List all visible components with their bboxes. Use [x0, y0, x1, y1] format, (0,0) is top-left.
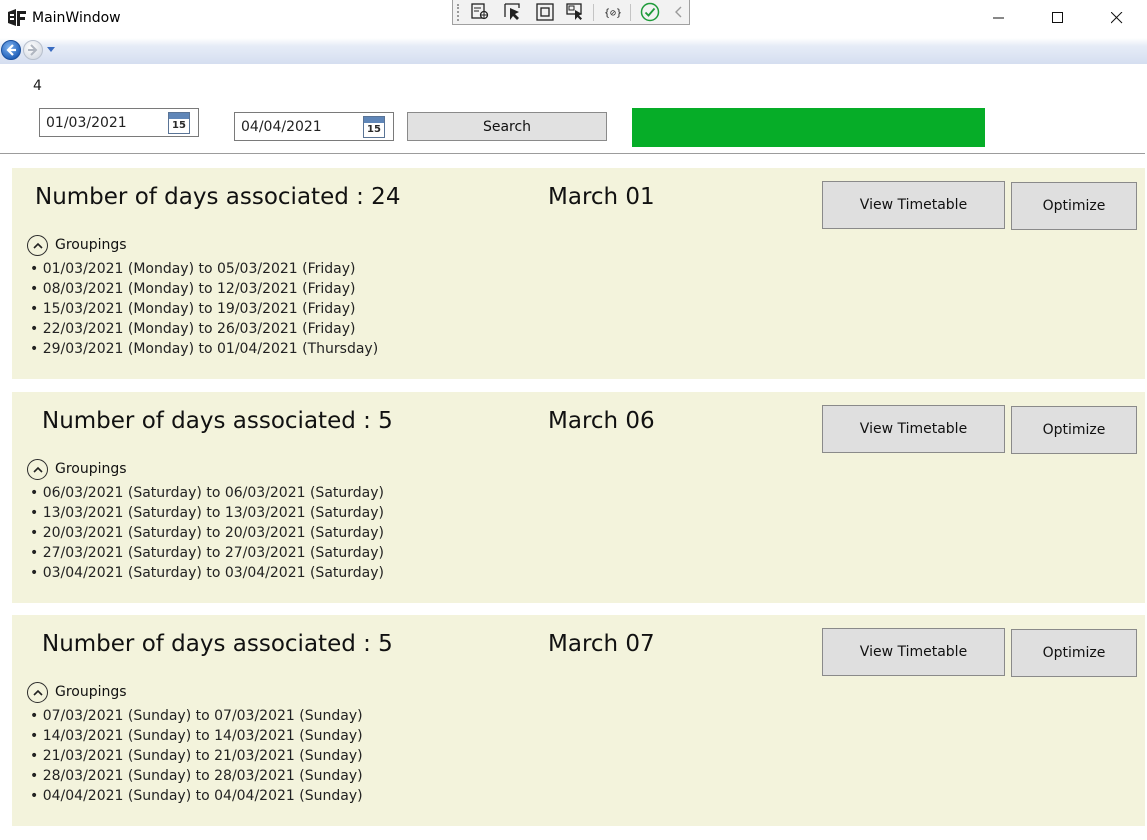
- status-indicator: [632, 108, 985, 147]
- window-title: MainWindow: [32, 10, 121, 26]
- svg-text:{⊘}: {⊘}: [604, 8, 622, 19]
- grouping-item: 07/03/2021 (Sunday) to 07/03/2021 (Sunda…: [30, 706, 363, 726]
- forward-arrow-icon[interactable]: [23, 40, 43, 60]
- grouping-item: 01/03/2021 (Monday) to 05/03/2021 (Frida…: [30, 259, 378, 279]
- close-icon[interactable]: [1088, 0, 1146, 36]
- groupings-label: Groupings: [55, 684, 127, 700]
- check-icon[interactable]: [640, 2, 660, 22]
- navigation-bar: [0, 38, 1147, 64]
- minimize-icon[interactable]: [970, 0, 1028, 36]
- grouping-item: 20/03/2021 (Saturday) to 20/03/2021 (Sat…: [30, 523, 384, 543]
- groupings-label: Groupings: [55, 237, 127, 253]
- optimize-button[interactable]: Optimize: [1011, 182, 1137, 230]
- toolbar-separator: [593, 4, 594, 21]
- end-date-value[interactable]: 04/04/2021: [241, 119, 322, 135]
- card-date-title: March 07: [548, 631, 655, 657]
- days-associated-label: Number of days associated : 5: [42, 408, 393, 434]
- chevron-up-icon[interactable]: [27, 459, 48, 480]
- result-count: 4: [33, 78, 42, 94]
- card-list-item: Number of days associated : 5 March 07 V…: [12, 615, 1147, 826]
- start-date-picker[interactable]: 01/03/2021 15: [39, 108, 199, 137]
- grouping-item: 08/03/2021 (Monday) to 12/03/2021 (Frida…: [30, 279, 378, 299]
- optimize-button[interactable]: Optimize: [1011, 406, 1137, 454]
- view-timetable-button[interactable]: View Timetable: [822, 181, 1005, 229]
- toolbar-separator: [630, 4, 631, 21]
- end-date-picker[interactable]: 04/04/2021 15: [234, 112, 394, 141]
- groupings-list: 06/03/2021 (Saturday) to 06/03/2021 (Sat…: [30, 483, 384, 583]
- calendar-icon[interactable]: 15: [363, 116, 385, 138]
- back-arrow-icon[interactable]: [1, 40, 21, 60]
- grouping-item: 13/03/2021 (Saturday) to 13/03/2021 (Sat…: [30, 503, 384, 523]
- nav-history-dropdown-icon[interactable]: [47, 47, 55, 52]
- card-date-title: March 01: [548, 184, 655, 210]
- groupings-list: 07/03/2021 (Sunday) to 07/03/2021 (Sunda…: [30, 706, 363, 806]
- grouping-item: 21/03/2021 (Sunday) to 21/03/2021 (Sunda…: [30, 746, 363, 766]
- maximize-icon[interactable]: [1029, 0, 1087, 36]
- app-icon: [6, 8, 28, 28]
- content-divider: [0, 153, 1147, 154]
- start-date-value[interactable]: 01/03/2021: [46, 115, 127, 131]
- grouping-item: 15/03/2021 (Monday) to 19/03/2021 (Frida…: [30, 299, 378, 319]
- toolbar-grip[interactable]: [457, 4, 461, 21]
- search-button[interactable]: Search: [407, 112, 607, 141]
- chevron-up-icon[interactable]: [27, 235, 48, 256]
- grouping-item: 04/04/2021 (Sunday) to 04/04/2021 (Sunda…: [30, 786, 363, 806]
- view-timetable-button[interactable]: View Timetable: [822, 628, 1005, 676]
- card-list-item: Number of days associated : 5 March 06 V…: [12, 392, 1147, 603]
- collapse-icon[interactable]: [669, 2, 689, 22]
- days-associated-label: Number of days associated : 5: [42, 631, 393, 657]
- days-associated-label: Number of days associated : 24: [35, 184, 401, 210]
- binding-icon[interactable]: {⊘}: [603, 2, 623, 22]
- grouping-item: 03/04/2021 (Saturday) to 03/04/2021 (Sat…: [30, 563, 384, 583]
- optimize-button[interactable]: Optimize: [1011, 629, 1137, 677]
- pointer-icon[interactable]: [503, 2, 523, 22]
- card-date-title: March 06: [548, 408, 655, 434]
- grouping-item: 06/03/2021 (Saturday) to 06/03/2021 (Sat…: [30, 483, 384, 503]
- select-element-icon[interactable]: [470, 2, 490, 22]
- calendar-icon[interactable]: 15: [168, 112, 190, 134]
- grouping-item: 27/03/2021 (Saturday) to 27/03/2021 (Sat…: [30, 543, 384, 563]
- grouping-item: 28/03/2021 (Sunday) to 28/03/2021 (Sunda…: [30, 766, 363, 786]
- grouping-item: 22/03/2021 (Monday) to 26/03/2021 (Frida…: [30, 319, 378, 339]
- grouping-item: 14/03/2021 (Sunday) to 14/03/2021 (Sunda…: [30, 726, 363, 746]
- groupings-label: Groupings: [55, 461, 127, 477]
- track-focus-icon[interactable]: [566, 2, 586, 22]
- debug-toolbar: {⊘}: [452, 0, 690, 25]
- layout-adorner-icon[interactable]: [535, 2, 555, 22]
- view-timetable-button[interactable]: View Timetable: [822, 405, 1005, 453]
- groupings-list: 01/03/2021 (Monday) to 05/03/2021 (Frida…: [30, 259, 378, 359]
- card-list-item: Number of days associated : 24 March 01 …: [12, 168, 1147, 379]
- grouping-item: 29/03/2021 (Monday) to 01/04/2021 (Thurs…: [30, 339, 378, 359]
- chevron-up-icon[interactable]: [27, 682, 48, 703]
